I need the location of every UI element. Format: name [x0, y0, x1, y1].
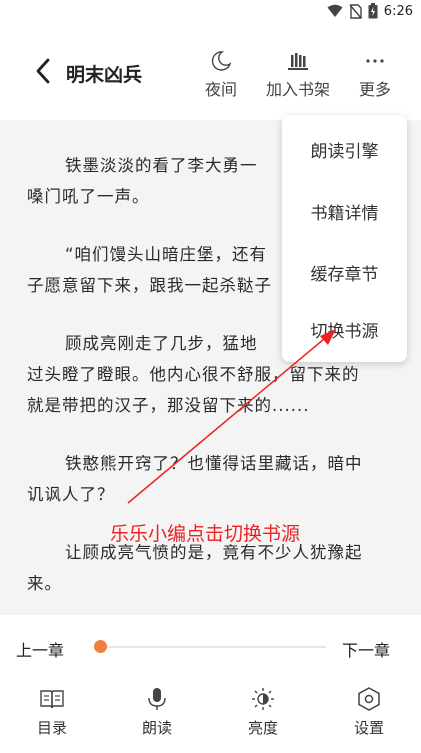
paragraph-line: 铁憨熊开窍了？也懂得话里藏话，暗中 [65, 454, 363, 473]
prev-chapter-button[interactable]: 上一章 [16, 637, 64, 661]
no-sim-icon [349, 3, 362, 19]
status-icons: 6:26 [327, 2, 413, 20]
menu-item-read-engine[interactable]: 朗读引擎 [282, 137, 407, 162]
read-aloud-button[interactable]: 朗读 [127, 687, 187, 738]
next-chapter-button[interactable]: 下一章 [342, 637, 390, 661]
back-arrow-icon[interactable] [30, 55, 56, 87]
paragraph-line: 过头瞪了瞪眼。他内心很不舒服，留下来的 [27, 365, 360, 384]
night-mode-button[interactable]: 夜间 [205, 50, 237, 100]
menu-item-switch-source[interactable]: 切换书源 [282, 317, 407, 342]
battery-icon [368, 3, 378, 19]
toc-label: 目录 [36, 719, 67, 737]
chapter-progress-track[interactable] [100, 646, 326, 648]
more-button[interactable]: 更多 [359, 50, 391, 100]
top-bar: 明末凶兵 夜间 加入书架 更多 [0, 22, 421, 120]
status-bar: 6:26 [0, 0, 421, 22]
menu-item-cache-chapters[interactable]: 缓存章节 [282, 260, 407, 285]
night-mode-label: 夜间 [205, 80, 238, 99]
status-time: 6:26 [383, 3, 413, 19]
brightness-label: 亮度 [247, 719, 278, 737]
brightness-icon [252, 688, 274, 710]
more-dots-icon [366, 59, 384, 63]
microphone-icon [148, 688, 166, 710]
paragraph-line: 讥讽人了？ [27, 485, 115, 504]
moon-icon [211, 51, 232, 71]
settings-button[interactable]: 设置 [339, 687, 399, 738]
toc-button[interactable]: 目录 [22, 687, 82, 738]
settings-icon [358, 687, 380, 711]
paragraph-line: 就是带把的汉子，那没留下来的...... [27, 396, 310, 415]
book-title: 明末凶兵 [66, 64, 143, 86]
annotation-text: 乐乐小编点击切换书源 [110, 523, 301, 545]
more-menu: 朗读引擎 书籍详情 缓存章节 切换书源 [282, 115, 407, 362]
read-aloud-label: 朗读 [141, 719, 172, 737]
chapter-progress-knob[interactable] [94, 640, 107, 653]
menu-item-book-details[interactable]: 书籍详情 [282, 199, 407, 224]
book-icon [40, 690, 64, 709]
add-to-shelf-button[interactable]: 加入书架 [266, 50, 330, 100]
bottom-panel: 上一章 下一章 目录 朗读 亮度 设置 [0, 615, 421, 753]
more-label: 更多 [359, 80, 392, 99]
add-to-shelf-label: 加入书架 [266, 80, 331, 99]
paragraph-line: 来。 [27, 574, 62, 593]
wifi-icon [327, 4, 343, 17]
brightness-button[interactable]: 亮度 [233, 687, 293, 738]
settings-label: 设置 [353, 719, 384, 737]
bookshelf-icon [288, 53, 308, 70]
